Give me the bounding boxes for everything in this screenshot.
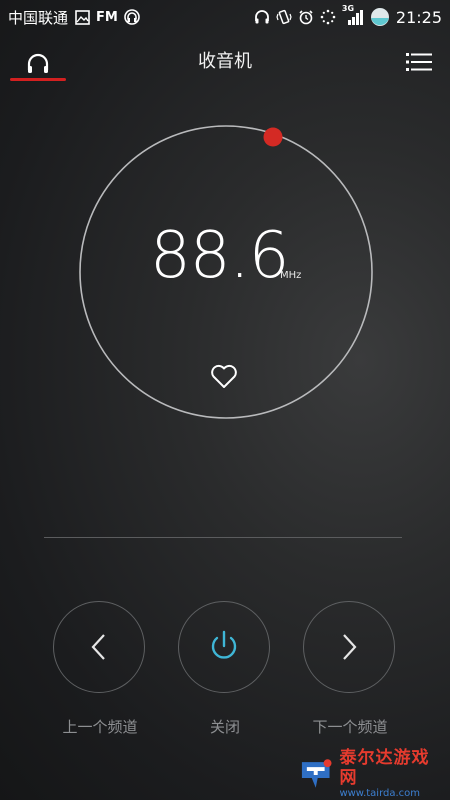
alarm-icon xyxy=(298,9,314,25)
power-off-label: 关闭 xyxy=(209,718,240,736)
headphones-active-underline xyxy=(10,78,66,81)
page-title: 收音机 xyxy=(198,51,252,72)
frequency-display: 88.6 xyxy=(150,219,290,293)
status-bar-left: 中国联通 FM xyxy=(8,7,140,28)
tuning-knob[interactable] xyxy=(262,126,284,148)
data-sync-icon xyxy=(320,9,336,25)
menu-icon xyxy=(406,51,432,73)
chevron-left-icon xyxy=(89,632,109,662)
clock: 21:25 xyxy=(395,7,442,27)
favorite-button[interactable] xyxy=(209,362,239,390)
status-bar-right: 3G 21:25 xyxy=(254,4,442,27)
menu-button[interactable] xyxy=(402,48,436,76)
previous-channel-label: 上一个频道 xyxy=(62,718,138,736)
divider xyxy=(44,537,402,538)
battery-icon xyxy=(370,7,390,27)
vibrate-icon xyxy=(276,9,292,25)
headset-status-icon xyxy=(124,9,140,25)
watermark-logo xyxy=(301,759,332,788)
power-icon xyxy=(208,630,240,664)
headphones-status-icon xyxy=(254,9,270,25)
previous-channel-button[interactable] xyxy=(53,601,145,693)
next-channel-label: 下一个频道 xyxy=(312,718,388,736)
carrier-name: 中国联通 xyxy=(8,8,69,27)
watermark-name: 泰尔达游戏网 xyxy=(339,748,430,788)
chevron-right-icon xyxy=(339,632,359,662)
watermark-url: www.tairda.com xyxy=(339,788,421,799)
fm-indicator: FM xyxy=(96,9,118,25)
image-notification-icon xyxy=(74,9,90,25)
heart-outline-icon xyxy=(209,362,239,390)
network-type: 3G xyxy=(341,4,355,13)
next-channel-button[interactable] xyxy=(303,601,395,693)
headphones-icon xyxy=(25,51,51,77)
status-bar: 中国联通 FM 3G 21:25 xyxy=(0,0,450,34)
signal-icon: 3G xyxy=(342,4,364,25)
power-off-button[interactable] xyxy=(178,601,270,693)
watermark: 泰尔达游戏网 www.tairda.com xyxy=(296,748,446,799)
frequency-unit: MHz xyxy=(280,270,302,281)
